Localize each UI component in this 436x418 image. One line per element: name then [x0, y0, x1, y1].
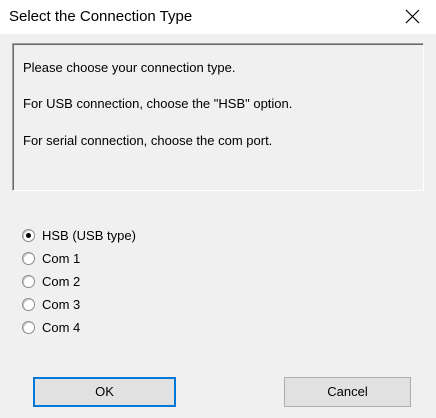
title-bar: Select the Connection Type [0, 0, 436, 34]
radio-button[interactable] [22, 298, 35, 311]
radio-selected-dot [26, 233, 31, 238]
radio-button[interactable] [22, 252, 35, 265]
radio-option-com1[interactable]: Com 1 [22, 250, 202, 273]
cancel-button[interactable]: Cancel [284, 377, 411, 407]
ok-button[interactable]: OK [33, 377, 176, 407]
radio-button[interactable] [22, 275, 35, 288]
radio-button[interactable] [22, 321, 35, 334]
radio-option-hsb[interactable]: HSB (USB type) [22, 227, 202, 250]
radio-option-com4[interactable]: Com 4 [22, 319, 202, 342]
close-button[interactable] [390, 0, 436, 34]
connection-type-dialog: Select the Connection Type Please choose… [0, 0, 436, 418]
radio-label[interactable]: Com 4 [42, 320, 80, 336]
radio-label[interactable]: HSB (USB type) [42, 228, 136, 244]
instruction-line: For serial connection, choose the com po… [23, 133, 273, 148]
radio-label[interactable]: Com 1 [42, 251, 80, 267]
connection-options: HSB (USB type) Com 1 Com 2 Com 3 Com 4 [22, 227, 202, 342]
instructions-panel: Please choose your connection type. For … [12, 43, 424, 191]
instruction-line: For USB connection, choose the "HSB" opt… [23, 96, 293, 111]
radio-label[interactable]: Com 2 [42, 274, 80, 290]
radio-option-com2[interactable]: Com 2 [22, 273, 202, 296]
instruction-line: Please choose your connection type. [23, 60, 236, 75]
close-icon [405, 9, 420, 24]
radio-button-checked[interactable] [22, 229, 35, 242]
radio-label[interactable]: Com 3 [42, 297, 80, 313]
window-title: Select the Connection Type [9, 8, 193, 25]
radio-option-com3[interactable]: Com 3 [22, 296, 202, 319]
